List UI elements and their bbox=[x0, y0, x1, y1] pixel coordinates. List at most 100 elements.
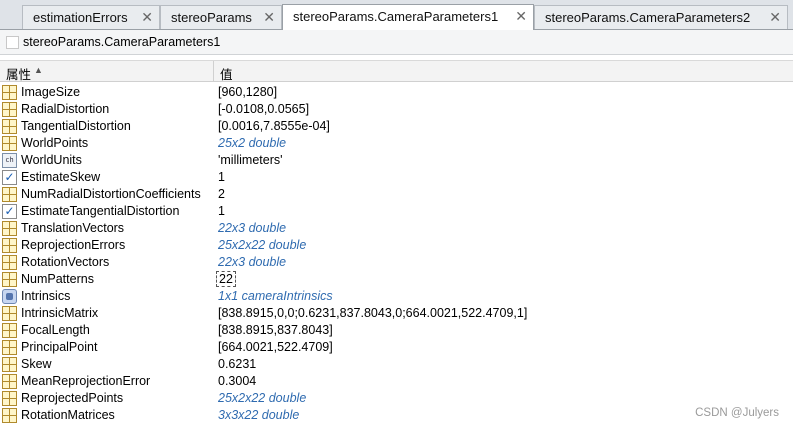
table-row[interactable]: ImageSize [960,1280] bbox=[0, 84, 793, 101]
array-icon bbox=[2, 272, 17, 287]
property-value[interactable]: [838.8915,837.8043] bbox=[218, 323, 333, 337]
table-row[interactable]: ✓ EstimateSkew 1 bbox=[0, 169, 793, 186]
sort-ascending-icon[interactable]: ▲ bbox=[34, 65, 43, 75]
property-value-link[interactable]: 22x3 double bbox=[218, 255, 286, 269]
array-icon bbox=[2, 119, 17, 134]
variable-tab-strip: estimationErrors ✕ stereoParams ✕ stereo… bbox=[0, 0, 793, 30]
property-value-link[interactable]: 25x2x22 double bbox=[218, 391, 306, 405]
property-name: RadialDistortion bbox=[21, 102, 110, 116]
property-name: Intrinsics bbox=[21, 289, 71, 303]
property-value[interactable]: 1 bbox=[218, 170, 225, 184]
property-name: NumRadialDistortionCoefficients bbox=[21, 187, 201, 201]
table-row[interactable]: WorldPoints 25x2 double bbox=[0, 135, 793, 152]
property-name: RotationVectors bbox=[21, 255, 110, 269]
property-name: FocalLength bbox=[21, 323, 90, 337]
array-icon bbox=[2, 221, 17, 236]
array-icon bbox=[2, 306, 17, 321]
table-row[interactable]: RadialDistortion [-0.0108,0.0565] bbox=[0, 101, 793, 118]
table-row[interactable]: RotationVectors 22x3 double bbox=[0, 254, 793, 271]
tab-estimation-errors[interactable]: estimationErrors ✕ bbox=[22, 5, 160, 29]
table-row[interactable]: TranslationVectors 22x3 double bbox=[0, 220, 793, 237]
close-icon[interactable]: ✕ bbox=[515, 5, 527, 28]
tab-camera-parameters-2[interactable]: stereoParams.CameraParameters2 ✕ bbox=[534, 5, 788, 29]
array-icon bbox=[2, 340, 17, 355]
close-icon[interactable]: ✕ bbox=[141, 6, 153, 29]
property-value-link[interactable]: 1x1 cameraIntrinsics bbox=[218, 289, 333, 303]
table-row[interactable]: NumRadialDistortionCoefficients 2 bbox=[0, 186, 793, 203]
tab-label: stereoParams bbox=[171, 10, 252, 25]
tab-label: stereoParams.CameraParameters1 bbox=[293, 9, 499, 24]
array-icon bbox=[2, 323, 17, 338]
table-row[interactable]: Intrinsics 1x1 cameraIntrinsics bbox=[0, 288, 793, 305]
property-value[interactable]: 'millimeters' bbox=[218, 153, 283, 167]
property-name: EstimateTangentialDistortion bbox=[21, 204, 180, 218]
property-column-header[interactable]: 属性 bbox=[6, 64, 31, 83]
variable-icon bbox=[6, 36, 19, 49]
char-array-icon: ch bbox=[2, 153, 17, 168]
property-name: NumPatterns bbox=[21, 272, 94, 286]
tab-label: estimationErrors bbox=[33, 10, 128, 25]
variable-title: stereoParams.CameraParameters1 bbox=[23, 35, 221, 49]
array-icon bbox=[2, 85, 17, 100]
column-header: 属性 ▲ 值 bbox=[0, 60, 793, 82]
property-value[interactable]: [0.0016,7.8555e-04] bbox=[218, 119, 330, 133]
property-value[interactable]: 2 bbox=[218, 187, 225, 201]
property-name: PrincipalPoint bbox=[21, 340, 98, 354]
variable-header: stereoParams.CameraParameters1 bbox=[0, 30, 793, 55]
property-name: RotationMatrices bbox=[21, 408, 115, 422]
property-value[interactable]: 0.3004 bbox=[218, 374, 256, 388]
property-value[interactable]: 0.6231 bbox=[218, 357, 256, 371]
property-name: MeanReprojectionError bbox=[21, 374, 151, 388]
table-row[interactable]: ReprojectionErrors 25x2x22 double bbox=[0, 237, 793, 254]
property-value[interactable]: [-0.0108,0.0565] bbox=[218, 102, 309, 116]
array-icon bbox=[2, 408, 17, 423]
property-name: Skew bbox=[21, 357, 52, 371]
property-value-link[interactable]: 3x3x22 double bbox=[218, 408, 299, 422]
property-name: IntrinsicMatrix bbox=[21, 306, 99, 320]
table-row[interactable]: ReprojectedPoints 25x2x22 double bbox=[0, 390, 793, 407]
property-value-link[interactable]: 22x3 double bbox=[218, 221, 286, 235]
property-value-link[interactable]: 25x2 double bbox=[218, 136, 286, 150]
tab-camera-parameters-1[interactable]: stereoParams.CameraParameters1 ✕ bbox=[282, 4, 534, 30]
tab-label: stereoParams.CameraParameters2 bbox=[545, 10, 751, 25]
property-name: TangentialDistortion bbox=[21, 119, 131, 133]
array-icon bbox=[2, 374, 17, 389]
close-icon[interactable]: ✕ bbox=[263, 6, 275, 29]
property-value-link[interactable]: 25x2x22 double bbox=[218, 238, 306, 252]
property-value[interactable]: [664.0021,522.4709] bbox=[218, 340, 333, 354]
array-icon bbox=[2, 136, 17, 151]
table-row[interactable]: ch WorldUnits 'millimeters' bbox=[0, 152, 793, 169]
property-table: ImageSize [960,1280] RadialDistortion [-0.0… bbox=[0, 84, 793, 424]
logical-checkbox-icon: ✓ bbox=[2, 170, 17, 185]
property-name: ReprojectedPoints bbox=[21, 391, 124, 405]
table-row[interactable]: RotationMatrices 3x3x22 double bbox=[0, 407, 793, 424]
array-icon bbox=[2, 391, 17, 406]
property-name: EstimateSkew bbox=[21, 170, 101, 184]
array-icon bbox=[2, 238, 17, 253]
table-row[interactable]: TangentialDistortion [0.0016,7.8555e-04] bbox=[0, 118, 793, 135]
watermark: CSDN @Julyers bbox=[695, 407, 779, 419]
table-row[interactable]: FocalLength [838.8915,837.8043] bbox=[0, 322, 793, 339]
table-row[interactable]: IntrinsicMatrix [838.8915,0,0;0.6231,837.… bbox=[0, 305, 793, 322]
property-value[interactable]: [960,1280] bbox=[218, 85, 277, 99]
array-icon bbox=[2, 357, 17, 372]
table-row[interactable]: Skew 0.6231 bbox=[0, 356, 793, 373]
table-row[interactable]: PrincipalPoint [664.0021,522.4709] bbox=[0, 339, 793, 356]
array-icon bbox=[2, 187, 17, 202]
tab-stereo-params[interactable]: stereoParams ✕ bbox=[160, 5, 282, 29]
array-icon bbox=[2, 102, 17, 117]
table-row[interactable]: ✓ EstimateTangentialDistortion 1 bbox=[0, 203, 793, 220]
logical-checkbox-icon: ✓ bbox=[2, 204, 17, 219]
property-name: WorldPoints bbox=[21, 136, 89, 150]
close-icon[interactable]: ✕ bbox=[769, 6, 781, 29]
property-value[interactable]: [838.8915,0,0;0.6231,837.8043,0;664.0021… bbox=[218, 306, 527, 320]
table-row[interactable]: MeanReprojectionError 0.3004 bbox=[0, 373, 793, 390]
property-value[interactable]: 22 bbox=[216, 271, 236, 287]
table-row[interactable]: NumPatterns 22 bbox=[0, 271, 793, 288]
object-icon bbox=[2, 289, 17, 304]
array-icon bbox=[2, 255, 17, 270]
property-value[interactable]: 1 bbox=[218, 204, 225, 218]
property-name: ImageSize bbox=[21, 85, 81, 99]
value-column-header[interactable]: 值 bbox=[220, 64, 233, 83]
column-divider[interactable] bbox=[213, 61, 214, 81]
